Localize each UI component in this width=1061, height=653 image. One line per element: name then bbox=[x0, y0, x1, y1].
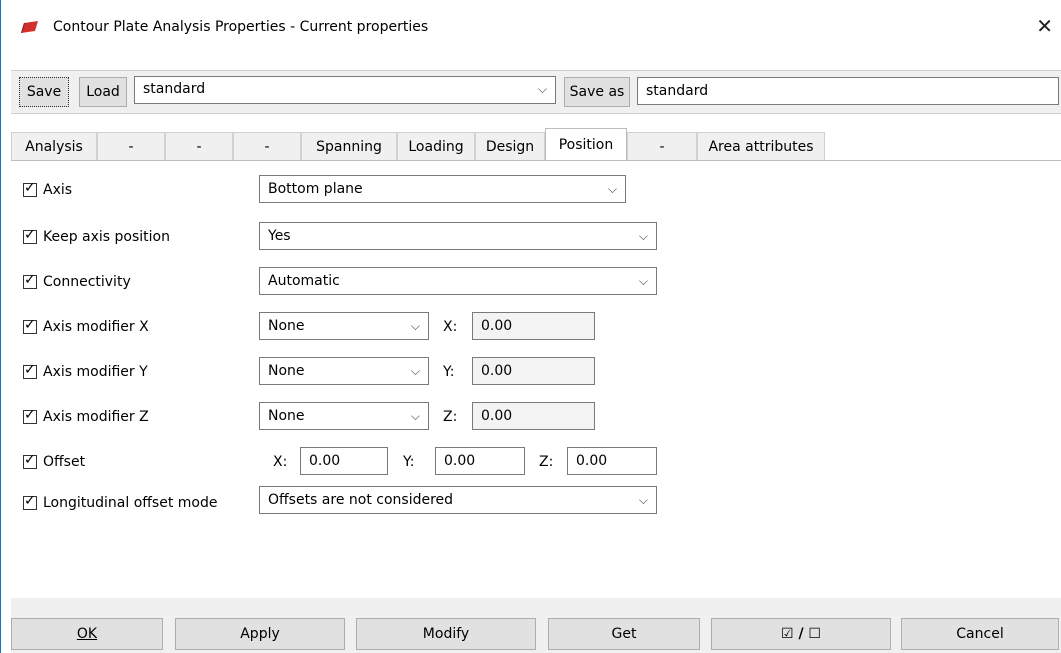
axis-mod-y-select[interactable]: None ⌵ bbox=[259, 357, 429, 385]
chevron-down-icon: ⌵ bbox=[638, 493, 648, 507]
chevron-down-icon: ⌵ bbox=[410, 364, 420, 378]
tab-design[interactable]: Design bbox=[475, 132, 545, 160]
offset-y-field[interactable]: 0.00 bbox=[435, 447, 525, 475]
connectivity-label: Connectivity bbox=[43, 274, 131, 290]
cancel-button[interactable]: Cancel bbox=[901, 618, 1059, 650]
get-button[interactable]: Get bbox=[548, 618, 700, 650]
button-bar: OK Apply Modify Get ☑ / ☐ Cancel bbox=[11, 598, 1061, 653]
axis-mod-z-coord-field: 0.00 bbox=[472, 402, 595, 430]
axis-mod-y-label: Axis modifier Y bbox=[43, 364, 148, 380]
tab-area-attributes[interactable]: Area attributes bbox=[697, 132, 825, 160]
axis-mod-y-coord-field: 0.00 bbox=[472, 357, 595, 385]
axis-mod-x-coord-label: X: bbox=[443, 319, 458, 335]
keep-axis-label: Keep axis position bbox=[43, 229, 170, 245]
tab-blank-2[interactable]: - bbox=[165, 132, 233, 160]
connectivity-select[interactable]: Automatic ⌵ bbox=[259, 267, 657, 295]
tab-blank-3[interactable]: - bbox=[233, 132, 301, 160]
load-button[interactable]: Load bbox=[79, 77, 127, 107]
offset-z-field[interactable]: 0.00 bbox=[567, 447, 657, 475]
axis-checkbox[interactable] bbox=[23, 180, 37, 197]
longitudinal-offset-value: Offsets are not considered bbox=[268, 492, 454, 508]
axis-mod-z-checkbox[interactable] bbox=[23, 407, 37, 424]
axis-mod-x-checkbox[interactable] bbox=[23, 317, 37, 334]
save-as-field[interactable]: standard bbox=[637, 77, 1059, 105]
chevron-down-icon: ⌵ bbox=[607, 182, 617, 196]
position-panel: Axis Bottom plane ⌵ Keep axis position Y… bbox=[11, 160, 1061, 594]
save-as-button[interactable]: Save as bbox=[564, 77, 630, 107]
longitudinal-offset-checkbox[interactable] bbox=[23, 493, 37, 510]
axis-mod-z-value: None bbox=[268, 408, 305, 424]
offset-y-label: Y: bbox=[403, 454, 415, 470]
row-axis-mod-y: Axis modifier Y None ⌵ Y: 0.00 bbox=[11, 357, 1061, 389]
tab-spanning[interactable]: Spanning bbox=[301, 132, 397, 160]
toggle-checkboxes-button[interactable]: ☑ / ☐ bbox=[711, 618, 891, 650]
row-connectivity: Connectivity Automatic ⌵ bbox=[11, 267, 1061, 299]
window-title: Contour Plate Analysis Properties - Curr… bbox=[53, 19, 429, 35]
longitudinal-offset-label: Longitudinal offset mode bbox=[43, 495, 218, 511]
axis-mod-z-coord-label: Z: bbox=[443, 409, 458, 425]
tab-strip: Analysis - - - Spanning Loading Design P… bbox=[11, 128, 1061, 161]
keep-axis-select[interactable]: Yes ⌵ bbox=[259, 222, 657, 250]
axis-select[interactable]: Bottom plane ⌵ bbox=[259, 175, 626, 203]
connectivity-checkbox[interactable] bbox=[23, 272, 37, 289]
axis-mod-x-label: Axis modifier X bbox=[43, 319, 149, 335]
keep-axis-checkbox[interactable] bbox=[23, 227, 37, 244]
row-axis-mod-z: Axis modifier Z None ⌵ Z: 0.00 bbox=[11, 402, 1061, 434]
ok-button-label: OK bbox=[76, 626, 98, 642]
row-axis-mod-x: Axis modifier X None ⌵ X: 0.00 bbox=[11, 312, 1061, 344]
dialog-window: Contour Plate Analysis Properties - Curr… bbox=[0, 0, 1061, 653]
offset-x-label: X: bbox=[273, 454, 288, 470]
row-keep-axis: Keep axis position Yes ⌵ bbox=[11, 222, 1061, 254]
axis-mod-x-value: None bbox=[268, 318, 305, 334]
axis-mod-x-coord-field: 0.00 bbox=[472, 312, 595, 340]
row-axis: Axis Bottom plane ⌵ bbox=[11, 175, 1061, 207]
chevron-down-icon: ⌵ bbox=[537, 82, 547, 96]
tab-blank-4[interactable]: - bbox=[627, 132, 697, 160]
app-icon bbox=[19, 20, 39, 34]
axis-mod-y-value: None bbox=[268, 363, 305, 379]
save-as-value: standard bbox=[646, 83, 709, 99]
connectivity-value: Automatic bbox=[268, 273, 340, 289]
attribute-toolbar: Save Load standard ⌵ Save as standard bbox=[11, 70, 1061, 114]
preset-combo[interactable]: standard ⌵ bbox=[134, 76, 556, 104]
axis-mod-x-select[interactable]: None ⌵ bbox=[259, 312, 429, 340]
tab-analysis[interactable]: Analysis bbox=[11, 132, 97, 160]
longitudinal-offset-select[interactable]: Offsets are not considered ⌵ bbox=[259, 486, 657, 514]
offset-label: Offset bbox=[43, 454, 86, 470]
apply-button[interactable]: Apply bbox=[175, 618, 345, 650]
axis-value: Bottom plane bbox=[268, 181, 363, 197]
row-offset: Offset X: 0.00 Y: 0.00 Z: 0.00 bbox=[11, 447, 1061, 479]
chevron-down-icon: ⌵ bbox=[638, 229, 648, 243]
close-icon[interactable]: ✕ bbox=[1036, 14, 1053, 38]
axis-label: Axis bbox=[43, 182, 73, 198]
tab-loading[interactable]: Loading bbox=[397, 132, 475, 160]
axis-mod-z-label: Axis modifier Z bbox=[43, 409, 149, 425]
save-button[interactable]: Save bbox=[19, 77, 69, 107]
axis-mod-y-checkbox[interactable] bbox=[23, 362, 37, 379]
keep-axis-value: Yes bbox=[268, 228, 291, 244]
offset-x-field[interactable]: 0.00 bbox=[300, 447, 388, 475]
title-bar: Contour Plate Analysis Properties - Curr… bbox=[1, 0, 1061, 56]
axis-mod-z-select[interactable]: None ⌵ bbox=[259, 402, 429, 430]
preset-value: standard bbox=[143, 81, 206, 97]
tab-position[interactable]: Position bbox=[545, 128, 627, 161]
axis-mod-y-coord-label: Y: bbox=[443, 364, 455, 380]
row-longitudinal-offset: Longitudinal offset mode Offsets are not… bbox=[11, 486, 1061, 518]
tab-blank-1[interactable]: - bbox=[97, 132, 165, 160]
ok-button[interactable]: OK bbox=[11, 618, 163, 650]
chevron-down-icon: ⌵ bbox=[638, 274, 648, 288]
chevron-down-icon: ⌵ bbox=[410, 409, 420, 423]
offset-z-label: Z: bbox=[539, 454, 554, 470]
chevron-down-icon: ⌵ bbox=[410, 319, 420, 333]
modify-button[interactable]: Modify bbox=[356, 618, 536, 650]
offset-checkbox[interactable] bbox=[23, 452, 37, 469]
